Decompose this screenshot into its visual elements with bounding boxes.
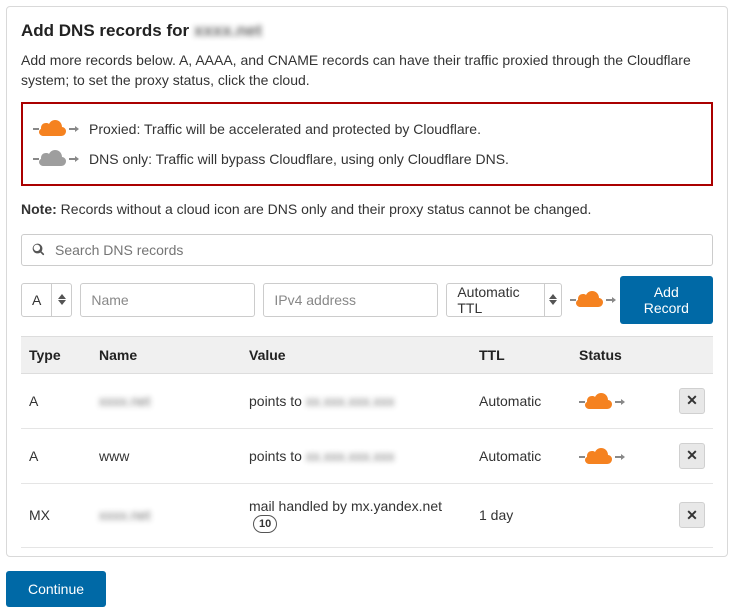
ttl-value: Automatic TTL: [447, 284, 543, 316]
title-prefix: Add DNS records for: [21, 21, 189, 40]
cell-status: [571, 428, 671, 483]
proxy-status-toggle[interactable]: [579, 393, 621, 411]
cloud-orange-icon: [33, 120, 75, 138]
record-name-input[interactable]: [80, 283, 255, 317]
legend-proxied-row: Proxied: Traffic will be accelerated and…: [33, 114, 701, 144]
delete-row-button[interactable]: ✕: [679, 388, 705, 414]
note-text: Records without a cloud icon are DNS onl…: [57, 201, 592, 217]
cell-type[interactable]: A: [21, 428, 91, 483]
col-type: Type: [21, 336, 91, 373]
arrow-left-icon: [570, 299, 576, 301]
title-domain: xxxx.net: [194, 21, 262, 41]
arrow-left-icon: [33, 128, 39, 130]
arrow-right-icon: [615, 456, 621, 458]
legend-dnsonly-text: DNS only: Traffic will bypass Cloudflare…: [89, 151, 509, 167]
record-type-value: A: [22, 292, 51, 308]
col-value: Value: [241, 336, 471, 373]
note: Note: Records without a cloud icon are D…: [21, 200, 713, 220]
table-header-row: Type Name Value TTL Status: [21, 336, 713, 373]
col-name: Name: [91, 336, 241, 373]
cell-name[interactable]: xxxx.net: [91, 373, 241, 428]
table-row: Axxxx.netpoints to xx.xxx.xxx.xxxAutomat…: [21, 373, 713, 428]
delete-row-button[interactable]: ✕: [679, 502, 705, 528]
priority-badge: 10: [253, 515, 277, 533]
add-record-button[interactable]: Add Record: [620, 276, 713, 324]
cloud-grey-icon: [33, 150, 75, 168]
arrow-left-icon: [579, 456, 585, 458]
cell-ttl[interactable]: Automatic: [471, 428, 571, 483]
search-icon: [32, 243, 45, 256]
cell-ttl[interactable]: 1 day: [471, 483, 571, 547]
proxy-toggle[interactable]: [570, 291, 612, 309]
col-status: Status: [571, 336, 671, 373]
col-ttl: TTL: [471, 336, 571, 373]
ttl-select[interactable]: Automatic TTL: [446, 283, 561, 317]
delete-row-button[interactable]: ✕: [679, 443, 705, 469]
arrow-right-icon: [69, 128, 75, 130]
arrow-right-icon: [615, 401, 621, 403]
arrow-left-icon: [33, 158, 39, 160]
intro-text: Add more records below. A, AAAA, and CNA…: [21, 51, 713, 90]
dns-panel: Add DNS records for xxxx.net Add more re…: [6, 6, 728, 557]
record-value-input[interactable]: [263, 283, 438, 317]
cell-value[interactable]: points to xx.xxx.xxx.xxx: [241, 428, 471, 483]
cell-status: [571, 373, 671, 428]
arrow-left-icon: [579, 401, 585, 403]
continue-button[interactable]: Continue: [6, 571, 106, 607]
cell-name[interactable]: www: [91, 428, 241, 483]
search-box[interactable]: [21, 234, 713, 266]
cell-name[interactable]: xxxx.net: [91, 483, 241, 547]
cell-ttl[interactable]: Automatic: [471, 373, 571, 428]
stepper-icon: [544, 284, 561, 316]
arrow-right-icon: [606, 299, 612, 301]
stepper-icon: [51, 284, 71, 316]
cell-type[interactable]: A: [21, 373, 91, 428]
legend-proxied-text: Proxied: Traffic will be accelerated and…: [89, 121, 481, 137]
record-type-select[interactable]: A: [21, 283, 72, 317]
search-input[interactable]: [53, 241, 702, 259]
table-row: MXxxxx.netmail handled by mx.yandex.net …: [21, 483, 713, 547]
proxy-status-toggle[interactable]: [579, 448, 621, 466]
cell-value[interactable]: points to xx.xxx.xxx.xxx: [241, 373, 471, 428]
table-row: Awwwpoints to xx.xxx.xxx.xxxAutomatic ✕: [21, 428, 713, 483]
add-record-form: A Automatic TTL Add Record: [21, 276, 713, 324]
cell-value[interactable]: mail handled by mx.yandex.net 10: [241, 483, 471, 547]
arrow-right-icon: [69, 158, 75, 160]
cell-status: [571, 483, 671, 547]
cell-type[interactable]: MX: [21, 483, 91, 547]
dns-table: Type Name Value TTL Status Axxxx.netpoin…: [21, 336, 713, 548]
page-title: Add DNS records for xxxx.net: [21, 21, 713, 41]
note-label: Note:: [21, 201, 57, 217]
legend-dnsonly-row: DNS only: Traffic will bypass Cloudflare…: [33, 144, 701, 174]
proxy-legend: Proxied: Traffic will be accelerated and…: [21, 102, 713, 186]
